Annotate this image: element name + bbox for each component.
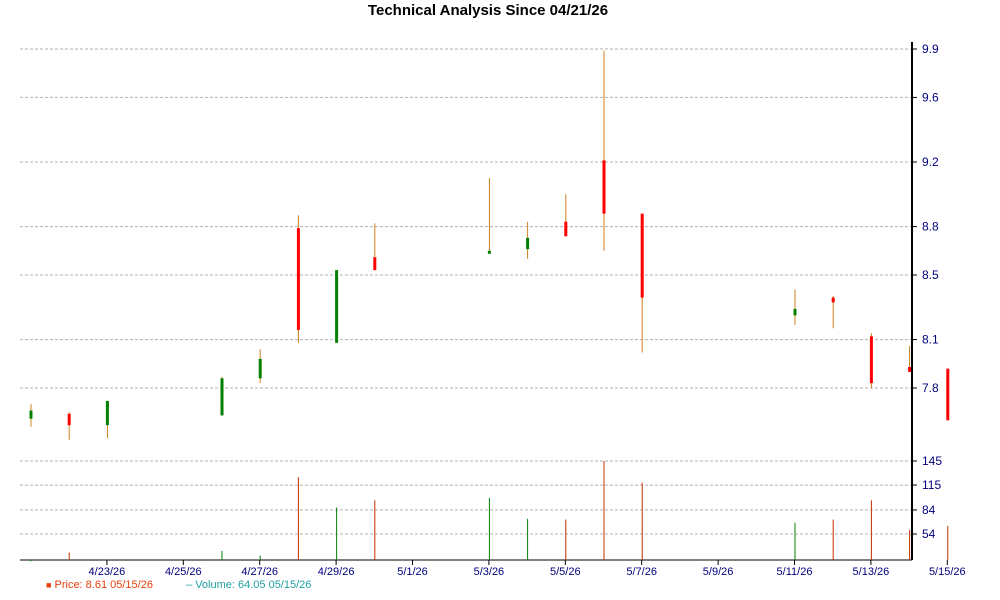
candle [602,50,606,251]
volume-tick-label: 54 [922,527,936,541]
price-tick-label: 9.6 [922,90,939,104]
x-tick-label: 5/1/26 [397,566,428,578]
price-tick-label: 8.8 [922,220,939,234]
candle [831,295,835,329]
candle-body [67,413,71,426]
legend-volume: – Volume: 64.05 05/15/26 [186,579,311,591]
tick-labels: 7.8 8.1 8.5 8.8 9.2 9.6 9.9 54 84 115 145 4/23/26 4/… [89,42,966,578]
x-tick-label: 4/29/26 [318,566,355,578]
candle-body [564,221,568,237]
candle-body [831,297,835,303]
candle [487,178,491,254]
volume-tick-label: 115 [922,478,941,492]
x-tick-label: 5/3/26 [474,566,505,578]
candle [296,215,300,343]
x-tick-label: 5/13/26 [853,566,890,578]
candle [29,404,33,427]
candle-body [335,270,339,343]
x-tick-label: 5/5/26 [550,566,581,578]
price-tick-label: 8.5 [922,268,939,282]
x-tick-label: 4/23/26 [89,566,126,578]
price-tick-label: 8.1 [922,333,939,347]
candle [258,349,262,384]
candle [640,213,644,353]
candle-body [946,368,950,421]
candlestick-chart: 7.8 8.1 8.5 8.8 9.2 9.6 9.9 54 84 115 145 4/23/26 4/… [20,42,966,578]
candle [946,368,950,421]
candle [220,376,224,416]
candle [67,412,71,440]
price-tick-label: 7.8 [922,381,939,395]
x-tick-label: 5/15/26 [929,566,966,578]
legend-volume-label: Volume: 64.05 05/15/26 [195,579,312,591]
candle-body [602,160,606,214]
candle [564,194,568,237]
legend-volume-marker-icon: – [186,579,193,591]
x-tick-label: 4/27/26 [241,566,278,578]
legend-price-marker-icon: ■ [46,580,52,590]
candle [373,223,377,271]
grid-lines [20,48,912,535]
candle-body [220,378,224,416]
x-tick-label: 5/9/26 [703,566,734,578]
candle-body [487,250,491,254]
volume-tick-label: 145 [922,454,942,468]
candle-body [793,308,797,316]
candle-body [869,336,873,384]
candles [29,50,950,440]
candle-body [105,400,109,426]
candle [335,270,339,343]
legend-price: ■ Price: 8.61 05/15/26 [46,579,153,591]
candle-body [908,367,912,372]
candle-body [29,410,33,419]
x-tick-label: 5/11/26 [777,566,813,578]
candle [105,400,109,439]
candle-body [526,237,530,250]
candle [526,221,530,259]
price-tick-label: 9.2 [922,155,939,169]
price-tick-label: 9.9 [922,42,939,56]
volume-bars [30,461,949,562]
axes [20,42,948,565]
candle [793,289,797,326]
candle-body [296,228,300,330]
volume-tick-label: 84 [922,503,936,517]
candle-body [373,257,377,271]
candle-body [640,213,644,298]
candle-body [258,358,262,379]
x-tick-label: 4/25/26 [165,566,202,578]
candle [869,333,873,388]
legend-price-label: Price: 8.61 05/15/26 [54,579,153,591]
x-tick-label: 5/7/26 [626,566,657,578]
candle [908,346,912,372]
